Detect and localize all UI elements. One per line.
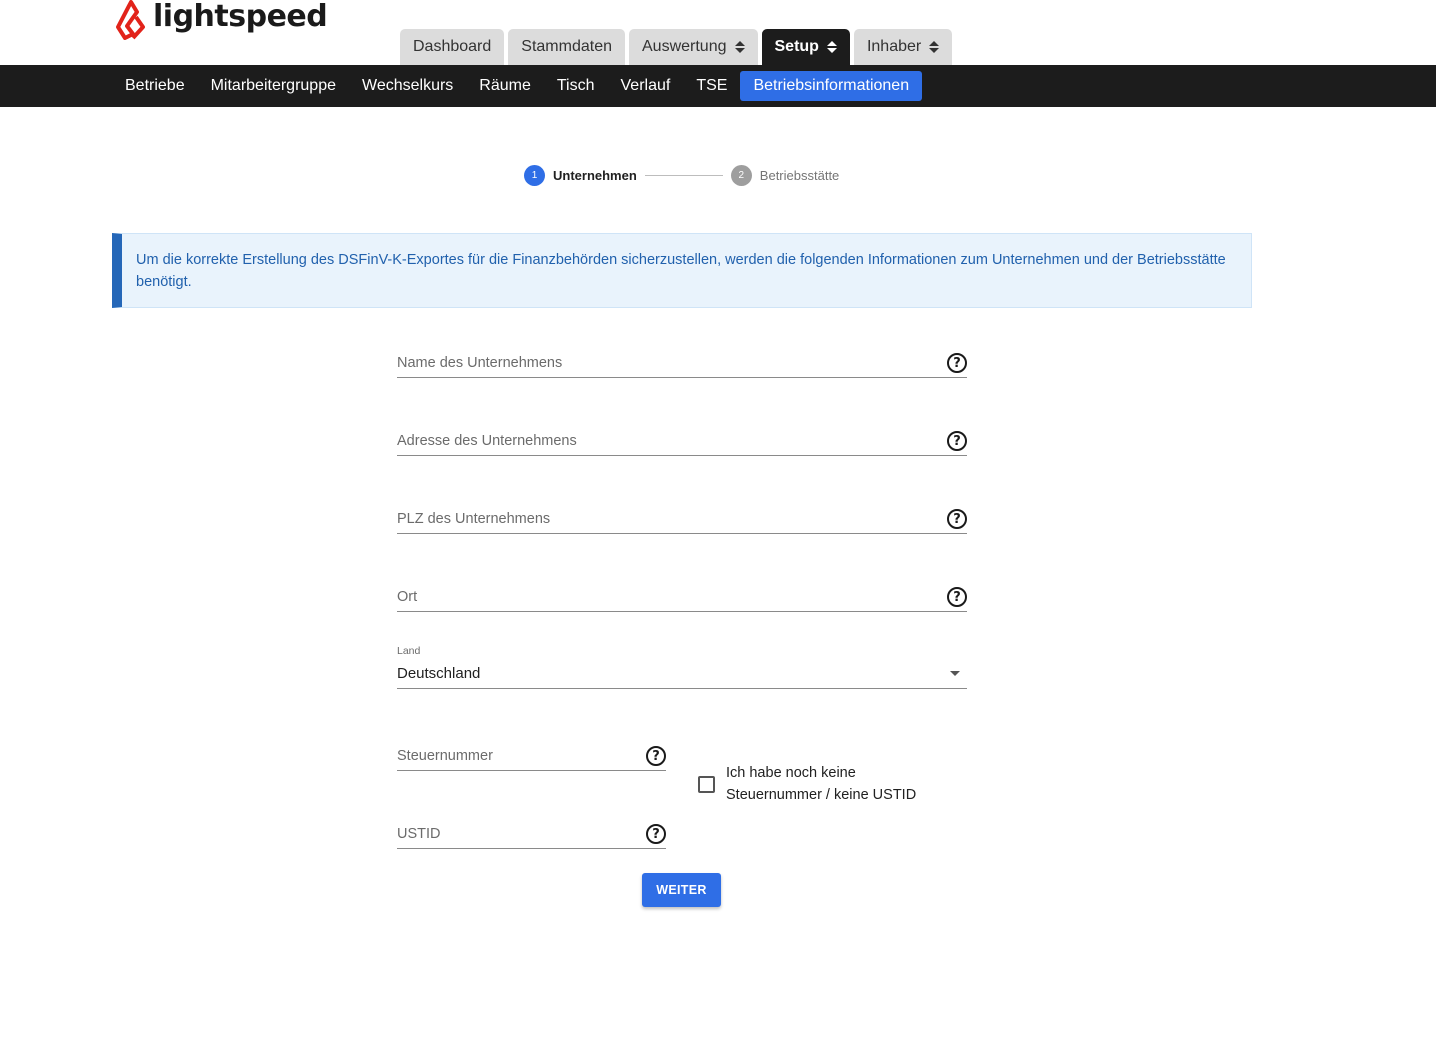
subnav-raeume[interactable]: Räume	[466, 71, 544, 101]
step-connector	[644, 174, 723, 176]
no-tax-number-option: Ich habe noch keine Steuernummer / keine…	[698, 762, 936, 806]
tab-inhaber[interactable]: Inhaber	[853, 29, 953, 65]
country-value: Deutschland	[397, 665, 481, 682]
help-icon[interactable]: ?	[646, 824, 666, 844]
tax-number-field[interactable]: Steuernummer ?	[397, 738, 666, 771]
subnav-wechselkurs[interactable]: Wechselkurs	[349, 71, 466, 101]
caret-down-icon	[950, 671, 960, 676]
brand-name: lightspeed	[153, 0, 328, 34]
country-label: Land	[397, 645, 421, 657]
no-tax-number-checkbox[interactable]	[698, 776, 715, 793]
step-2-label: Betriebsstätte	[759, 167, 840, 183]
help-icon[interactable]: ?	[646, 746, 666, 766]
tab-label: Auswertung	[642, 38, 727, 55]
help-icon[interactable]: ?	[947, 509, 967, 529]
subnav-tisch[interactable]: Tisch	[544, 71, 608, 101]
top-nav-tabs: Dashboard Stammdaten Auswertung Setup In…	[400, 29, 953, 65]
flame-icon	[116, 0, 145, 40]
subnav-tse[interactable]: TSE	[683, 71, 740, 101]
tab-label: Stammdaten	[521, 38, 612, 55]
info-alert: Um die korrekte Erstellung des DSFinV-K-…	[112, 233, 1252, 308]
step-2-indicator: 2	[730, 164, 752, 186]
tab-label: Inhaber	[866, 38, 922, 55]
city-label: Ort	[397, 589, 418, 605]
sort-icon	[929, 41, 940, 53]
info-text: Um die korrekte Erstellung des DSFinV-K-…	[136, 252, 1226, 290]
tab-label: Setup	[774, 38, 819, 55]
company-address-label: Adresse des Unternehmens	[397, 433, 577, 449]
country-select[interactable]: Land Deutschland	[397, 641, 967, 689]
tab-setup[interactable]: Setup	[761, 29, 850, 65]
subnav-betriebe[interactable]: Betriebe	[112, 71, 198, 101]
company-zip-field[interactable]: PLZ des Unternehmens ?	[397, 501, 967, 534]
tab-dashboard[interactable]: Dashboard	[400, 29, 505, 65]
subnav-mitarbeitergruppe[interactable]: Mitarbeitergruppe	[198, 71, 349, 101]
help-icon[interactable]: ?	[947, 431, 967, 451]
sub-nav: Betriebe Mitarbeitergruppe Wechselkurs R…	[0, 65, 1436, 107]
subnav-betriebsinformationen[interactable]: Betriebsinformationen	[740, 71, 923, 101]
sort-icon	[734, 41, 745, 53]
step-1-indicator: 1	[524, 164, 545, 186]
next-button[interactable]: WEITER	[642, 873, 721, 907]
company-address-field[interactable]: Adresse des Unternehmens ?	[397, 423, 967, 456]
help-icon[interactable]: ?	[947, 587, 967, 607]
tab-auswertung[interactable]: Auswertung	[629, 29, 758, 65]
sort-icon	[826, 41, 837, 53]
help-icon[interactable]: ?	[947, 353, 967, 373]
tab-stammdaten[interactable]: Stammdaten	[508, 29, 625, 65]
header: lightspeed Dashboard Stammdaten Auswertu…	[0, 0, 1436, 65]
tax-number-label: Steuernummer	[397, 748, 493, 764]
subnav-verlauf[interactable]: Verlauf	[608, 71, 684, 101]
vat-id-field[interactable]: USTID ?	[397, 816, 666, 849]
company-name-label: Name des Unternehmens	[397, 355, 563, 371]
lightspeed-logo[interactable]: lightspeed	[115, 0, 328, 40]
vat-id-label: USTID	[397, 826, 441, 842]
stepper: 1 Unternehmen 2 Betriebsstätte	[524, 164, 839, 186]
company-zip-label: PLZ des Unternehmens	[397, 511, 551, 527]
city-field[interactable]: Ort ?	[397, 579, 967, 612]
no-tax-number-label[interactable]: Ich habe noch keine Steuernummer / keine…	[726, 762, 936, 806]
tab-label: Dashboard	[413, 38, 492, 55]
company-name-field[interactable]: Name des Unternehmens ?	[397, 345, 967, 378]
step-1-label: Unternehmen	[553, 167, 637, 183]
